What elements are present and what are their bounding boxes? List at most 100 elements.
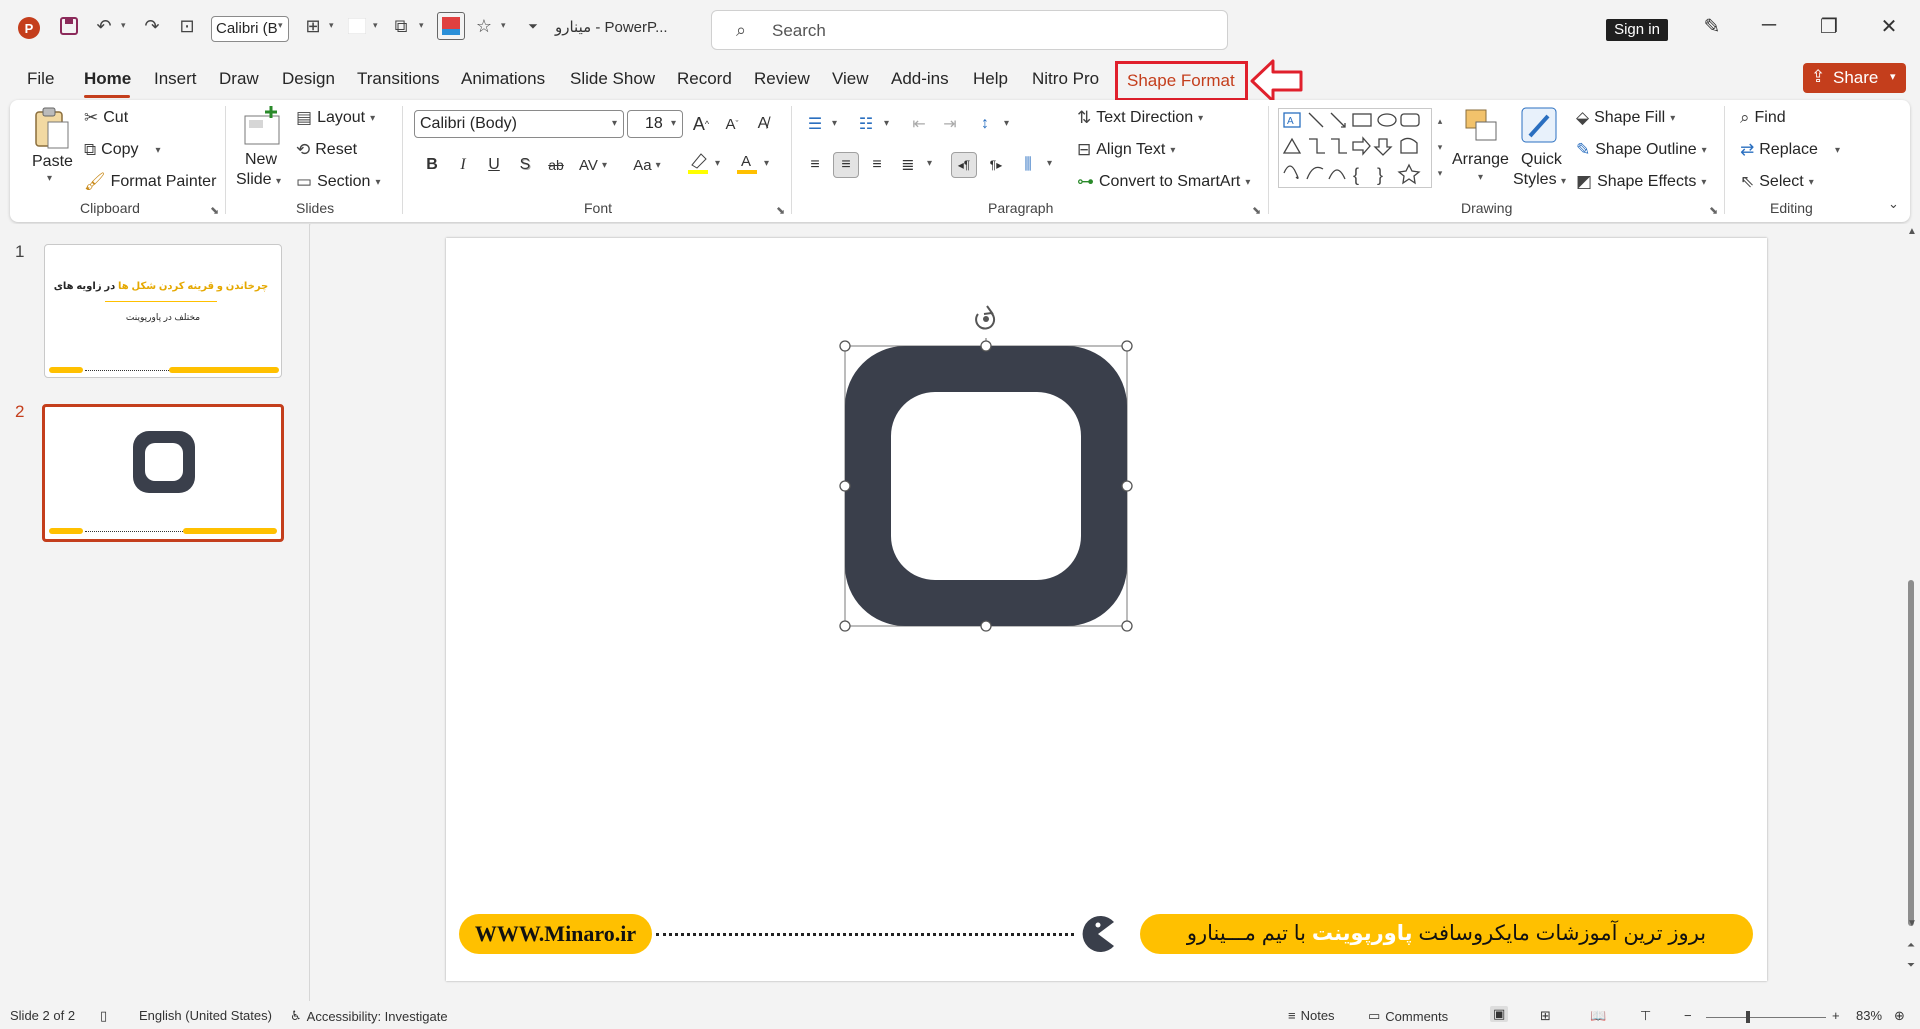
arrange-icon[interactable] — [1464, 108, 1500, 151]
tab-draw[interactable]: Draw — [219, 69, 259, 89]
layout-button[interactable]: ▤ Layout ▾ — [296, 108, 375, 128]
previous-slide-icon[interactable]: ⏶ — [1907, 940, 1915, 951]
shape-fill-button[interactable]: ⬙ Shape Fill ▾ — [1576, 108, 1675, 128]
find-button[interactable]: ⌕ Find — [1740, 108, 1786, 128]
tab-help[interactable]: Help — [973, 69, 1008, 89]
layout-icon[interactable]: ⊞ — [301, 14, 325, 38]
zoom-out-button[interactable]: − — [1684, 1008, 1692, 1023]
font-color-icon[interactable]: A — [734, 150, 760, 176]
slide-2[interactable]: WWW.Minaro.ir بروز ترین آموزشات مایکروسا… — [446, 238, 1767, 981]
slideshow-view-icon[interactable]: ⊤ — [1640, 1008, 1651, 1024]
character-spacing-button[interactable]: AV ▾ — [576, 152, 610, 178]
drawing-launcher-icon[interactable]: ⬊ — [1709, 204, 1718, 217]
tab-view[interactable]: View — [832, 69, 869, 89]
accessibility-button[interactable]: ♿ Accessibility: Investigate — [290, 1008, 448, 1024]
paste-icon[interactable] — [32, 106, 70, 153]
zoom-level[interactable]: 83% — [1856, 1008, 1882, 1023]
increase-indent-icon[interactable]: ⇥ — [937, 111, 963, 137]
quick-styles-button[interactable]: Styles ▾ — [1513, 170, 1566, 192]
slide-sorter-icon[interactable]: ⊞ — [1540, 1008, 1551, 1024]
redo-icon[interactable]: ↷ — [140, 14, 164, 38]
normal-view-icon[interactable]: ▣ — [1490, 1006, 1509, 1022]
vertical-scrollbar[interactable]: ▲ ▼ ⏶ ⏷ — [1903, 224, 1920, 1014]
select-button[interactable]: ⇖ Select ▾ — [1740, 172, 1814, 192]
highlighter-icon[interactable] — [685, 150, 711, 176]
layout-dropdown-icon[interactable]: ▾ — [329, 20, 334, 31]
align-left-icon[interactable]: ≡ — [802, 152, 828, 178]
scroll-up-icon[interactable]: ▲ — [1907, 226, 1917, 237]
sign-in-button[interactable]: Sign in — [1606, 19, 1668, 41]
tab-slide-show[interactable]: Slide Show — [570, 69, 655, 89]
new-slide-label-1[interactable]: New — [245, 150, 277, 170]
quick-styles-icon[interactable] — [1520, 106, 1560, 149]
shape-effects-button[interactable]: ◩ Shape Effects ▾ — [1576, 172, 1706, 192]
strikethrough-button[interactable]: ab — [543, 152, 569, 178]
star-icon[interactable]: ☆ — [472, 14, 496, 38]
align-right-icon[interactable]: ≡ — [864, 152, 890, 178]
text-shadow-button[interactable]: S — [512, 152, 538, 178]
scrollbar-thumb[interactable] — [1908, 580, 1914, 926]
tab-file[interactable]: File — [27, 69, 54, 89]
zoom-slider-thumb[interactable] — [1746, 1011, 1750, 1023]
new-slide-icon[interactable] — [243, 106, 281, 149]
tab-shape-format[interactable]: Shape Format — [1115, 61, 1248, 101]
present-icon[interactable]: ⊡ — [175, 14, 199, 38]
arrange-dropdown-icon[interactable]: ▾ — [1478, 172, 1483, 183]
font-launcher-icon[interactable]: ⬊ — [776, 204, 785, 217]
shape-outline-button[interactable]: ✎ Shape Outline ▾ — [1576, 140, 1707, 160]
align-text-button[interactable]: ⊟ Align Text ▾ — [1077, 140, 1175, 160]
reset-button[interactable]: ⟲ Reset — [296, 140, 357, 160]
new-slide-button[interactable]: Slide ▾ — [236, 170, 281, 192]
paragraph-launcher-icon[interactable]: ⬊ — [1252, 204, 1261, 217]
frame-shape[interactable] — [831, 300, 1141, 640]
undo-icon[interactable]: ↶ — [92, 14, 116, 38]
align-center-icon[interactable]: ≡ — [833, 152, 859, 178]
restore-icon[interactable]: ❐ — [1814, 14, 1844, 39]
slide-thumbnail-2[interactable] — [42, 404, 284, 542]
highlighter-dropdown-icon[interactable]: ▾ — [715, 158, 720, 169]
share-button[interactable]: ⇪ Share ▾ — [1803, 63, 1906, 93]
convert-smartart-button[interactable]: ⊶ Convert to SmartArt ▾ — [1077, 172, 1250, 192]
paste-button[interactable]: Paste — [32, 152, 73, 172]
decrease-indent-icon[interactable]: ⇤ — [906, 111, 932, 137]
font-family-combo[interactable]: Calibri (Body) ▾ — [414, 110, 624, 138]
save-icon[interactable] — [57, 14, 81, 38]
decrease-font-icon[interactable]: Aˇ — [719, 111, 745, 137]
font-color-dropdown-icon[interactable]: ▾ — [764, 158, 769, 169]
format-painter-button[interactable]: 🖌 Format Painter — [84, 172, 216, 192]
arrange-button[interactable]: Arrange — [1452, 150, 1509, 170]
tab-transitions[interactable]: Transitions — [357, 69, 440, 89]
justify-dropdown-icon[interactable]: ▾ — [927, 158, 932, 169]
comments-button[interactable]: ▭ Comments — [1368, 1008, 1448, 1024]
tab-add-ins[interactable]: Add-ins — [891, 69, 949, 89]
zoom-in-button[interactable]: + — [1832, 1008, 1840, 1023]
italic-button[interactable]: I — [450, 152, 476, 178]
tab-record[interactable]: Record — [677, 69, 732, 89]
tab-nitro-pro[interactable]: Nitro Pro — [1032, 69, 1099, 89]
rotate-handle-icon[interactable] — [975, 305, 996, 330]
minimize-icon[interactable]: ─ — [1754, 14, 1784, 37]
cut-button[interactable]: ✂ Cut — [84, 108, 128, 128]
search-input[interactable]: ⌕ Search — [711, 10, 1228, 50]
line-spacing-icon[interactable]: ↕ — [972, 111, 998, 137]
numbering-icon[interactable]: ☷ — [853, 111, 879, 137]
scroll-down-icon[interactable]: ▼ — [1907, 918, 1917, 929]
rtl-direction-icon[interactable]: ◂¶ — [951, 152, 977, 178]
ltr-direction-icon[interactable]: ¶▸ — [983, 152, 1009, 178]
shapes-icon[interactable]: ⧉ — [389, 14, 413, 38]
underline-button[interactable]: U — [481, 152, 507, 178]
bullets-dropdown-icon[interactable]: ▾ — [832, 118, 837, 129]
text-direction-button[interactable]: ⇅ Text Direction ▾ — [1077, 108, 1203, 128]
collapse-ribbon-icon[interactable]: ⌄ — [1888, 196, 1899, 212]
blank-slide-icon[interactable] — [345, 14, 369, 38]
blank-dropdown-icon[interactable]: ▾ — [373, 20, 378, 31]
share-dropdown-icon[interactable]: ▾ — [1890, 70, 1896, 83]
slide-thumbnail-1[interactable]: چرخاندن و قرینه کردن شکل ها در زاویه های… — [44, 244, 282, 378]
close-icon[interactable]: ✕ — [1874, 14, 1904, 39]
line-spacing-dropdown-icon[interactable]: ▾ — [1004, 118, 1009, 129]
columns-icon[interactable]: ⫼ — [1015, 152, 1041, 178]
shapes-gallery[interactable]: A { } — [1278, 108, 1432, 188]
next-slide-icon[interactable]: ⏷ — [1907, 960, 1915, 971]
tab-animations[interactable]: Animations — [461, 69, 545, 89]
section-button[interactable]: ▭ Section ▾ — [296, 172, 380, 192]
